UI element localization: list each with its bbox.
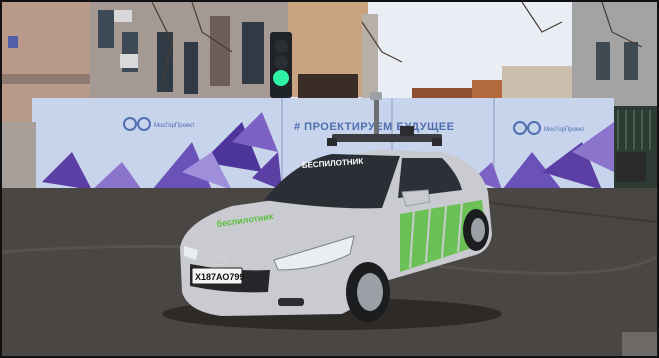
banner-logo-text-right: МосГорПроект [544,127,585,133]
banner-logo-text: МосГорПроект [154,123,195,129]
left-wall [2,122,36,190]
center-building [288,2,378,98]
front-wheel [346,262,390,322]
green-signal-light [273,70,289,86]
photo-frame: МосГорПроект МосГорПроект # ПРОЕКТИРУЕМ … [0,0,659,358]
street-photo: МосГорПроект МосГорПроект # ПРОЕКТИРУЕМ … [2,2,657,356]
right-gate [614,106,657,196]
rear-wheel [463,209,489,251]
license-plate-text: Х187АО799 [195,272,244,282]
